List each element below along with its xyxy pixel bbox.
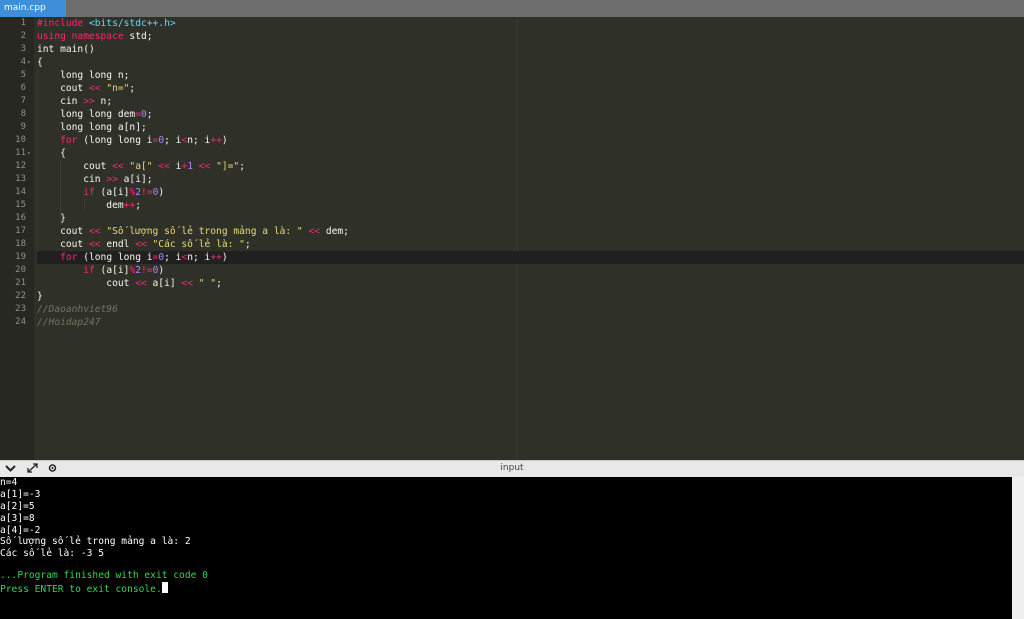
line-number: 21: [15, 278, 26, 288]
line-number: 13: [15, 174, 26, 184]
code-line: long long a[n];: [37, 122, 147, 133]
code-line: }: [37, 291, 43, 302]
code-line: cout << "n=";: [37, 83, 136, 94]
line-number: 18: [15, 239, 26, 249]
tab-bar: main.cpp: [0, 0, 1024, 17]
console-line-prompt: Press ENTER to exit console.: [0, 582, 168, 595]
code-line: using namespace std;: [37, 31, 153, 42]
code-line: for (long long i=0; i<n; i++): [60, 135, 228, 146]
console-scrollbar[interactable]: [1012, 477, 1024, 619]
console-output[interactable]: n=4 a[1]=-3 a[2]=5 a[3]=8 a[4]=-2 Số lượ…: [0, 477, 1012, 619]
line-number: 24: [15, 317, 26, 327]
console-panel-header: input: [0, 460, 1024, 477]
line-number: 9: [20, 122, 26, 132]
fold-arrow-icon[interactable]: ▾: [27, 147, 31, 160]
code-line: //Hoidap247: [37, 317, 101, 328]
console-line-exit: ...Program finished with exit code 0: [0, 570, 208, 581]
tab-main-cpp[interactable]: main.cpp: [0, 0, 66, 17]
line-number: 1: [20, 18, 26, 28]
line-number: 8: [20, 109, 26, 119]
console-line: n=4: [0, 477, 18, 488]
line-number: 16: [15, 213, 26, 223]
line-number: 22: [15, 291, 26, 301]
line-number: 20: [15, 265, 26, 275]
code-line: int main(): [37, 44, 95, 55]
console-cursor: [161, 582, 168, 593]
line-number: 14: [15, 187, 26, 197]
fold-arrow-icon[interactable]: ▾: [27, 56, 31, 69]
code-line: cin >> n;: [37, 96, 113, 107]
code-line: {: [37, 148, 66, 159]
code-line: cout << "Số lượng số lẻ trong mảng a là:…: [37, 226, 349, 237]
line-number: 12: [15, 161, 26, 171]
code-line: if (a[i]%2!=0): [83, 265, 165, 276]
line-number: 6: [20, 83, 26, 93]
line-number: 2: [20, 31, 26, 41]
code-line: if (a[i]%2!=0): [83, 187, 165, 198]
line-number: 23: [15, 304, 26, 314]
line-number: 19: [15, 252, 26, 262]
console-line: a[3]=8: [0, 513, 35, 524]
panel-title: input: [500, 463, 524, 473]
line-number: 17: [15, 226, 26, 236]
code-line: dem++;: [37, 200, 141, 211]
line-number: 5: [20, 70, 26, 80]
code-line: cin >> a[i];: [37, 174, 153, 185]
code-editor[interactable]: 1 2 3 4 ▾ 5 6 7 8 9 10 11 ▾ 12 13 14 15 …: [0, 17, 1024, 460]
code-line: cout << endl << "Các số lẻ là: ";: [37, 239, 251, 250]
console-line: a[1]=-3: [0, 489, 41, 500]
line-number: 11: [15, 148, 26, 158]
line-number: 10: [15, 135, 26, 145]
code-line-active: for (long long i=0; i<n; i++): [37, 251, 1024, 264]
console-line: Số lượng số lẻ trong mảng a là: 2: [0, 536, 191, 547]
line-number: 15: [15, 200, 26, 210]
line-number: 3: [20, 44, 26, 54]
code-line: {: [37, 57, 43, 68]
code-line: long long dem=0;: [37, 109, 153, 120]
line-number: 7: [20, 96, 26, 106]
console-line: Các số lẻ là: -3 5: [0, 548, 104, 559]
code-line: }: [37, 213, 66, 224]
code-line: long long n;: [37, 70, 130, 81]
line-number: 4: [20, 57, 26, 67]
code-line: cout << a[i] << " ";: [37, 278, 222, 289]
console-line: a[2]=5: [0, 501, 35, 512]
code-line: #include <bits/stdc++.h>: [37, 18, 176, 29]
code-line: //Daoanhviet96: [37, 304, 118, 315]
line-number-gutter: 1 2 3 4 ▾ 5 6 7 8 9 10 11 ▾ 12 13 14 15 …: [0, 17, 34, 460]
code-line: cout << "a[" << i+1 << "]=";: [37, 161, 245, 172]
